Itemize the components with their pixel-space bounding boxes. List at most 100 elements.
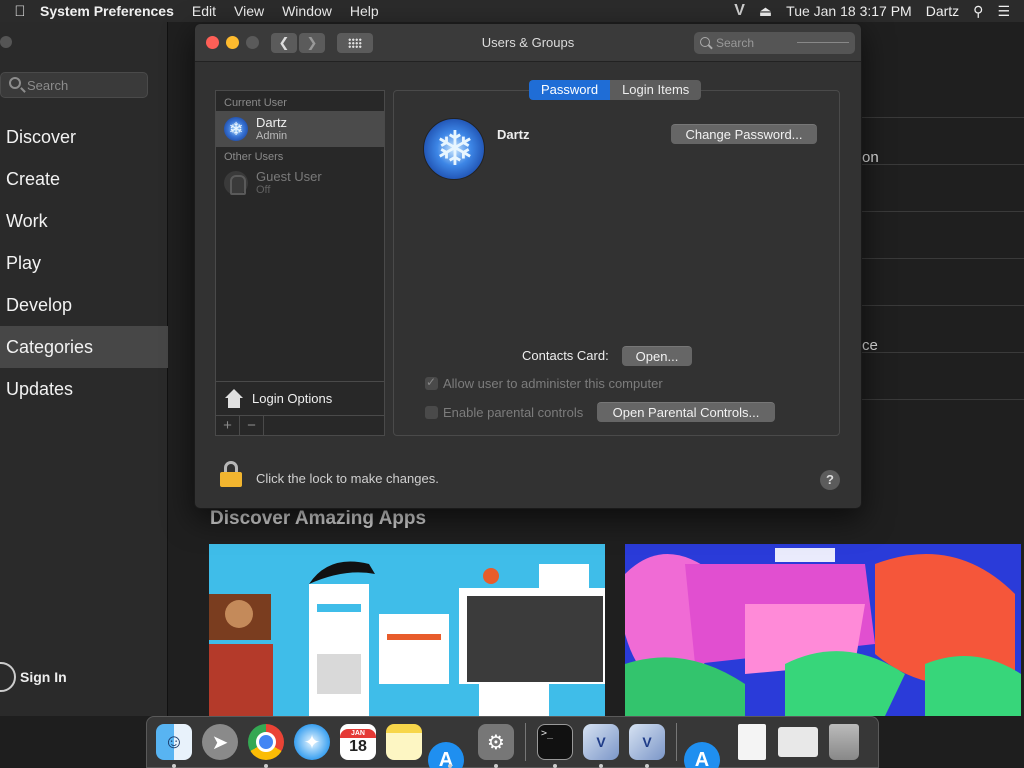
- app-store-nav: Discover Create Work Play Develop Catego…: [0, 116, 168, 410]
- change-password-button[interactable]: Change Password...: [671, 124, 817, 144]
- notes-icon: [386, 724, 422, 760]
- tab-login-items[interactable]: Login Items: [610, 80, 702, 100]
- users-list-toolbar: + −: [216, 415, 384, 436]
- help-button[interactable]: ?: [820, 470, 840, 490]
- allow-admin-checkbox[interactable]: [425, 375, 438, 390]
- dock-chrome[interactable]: [244, 720, 288, 768]
- lock-icon[interactable]: [220, 461, 242, 487]
- clock[interactable]: Tue Jan 18 3:17 PM: [786, 3, 912, 19]
- v-status-icon[interactable]: V: [734, 2, 745, 20]
- sign-in-button[interactable]: Sign In: [0, 662, 67, 692]
- notification-center-icon[interactable]: ☰: [997, 3, 1010, 20]
- app-store-search[interactable]: Search: [0, 72, 148, 98]
- dock-notes[interactable]: [382, 720, 426, 764]
- user-row-dartz[interactable]: Dartz Admin: [216, 111, 384, 147]
- dock-document[interactable]: [730, 720, 774, 764]
- snowflake-icon: ❄: [434, 123, 476, 176]
- trash-icon: [829, 724, 859, 760]
- app-store-search-placeholder: Search: [27, 77, 69, 93]
- dock-terminal[interactable]: >_: [533, 720, 577, 768]
- open-parental-controls-button[interactable]: Open Parental Controls...: [597, 402, 775, 422]
- dock-finder[interactable]: ☺: [152, 720, 196, 768]
- safari-icon: ✦: [294, 724, 330, 760]
- dock-virtualbox-manager[interactable]: V: [625, 720, 669, 768]
- menu-app-name[interactable]: System Preferences: [40, 3, 174, 19]
- show-all-button[interactable]: [337, 33, 373, 53]
- nav-categories[interactable]: Categories: [0, 326, 168, 368]
- search-icon: [9, 77, 21, 89]
- allow-admin-row[interactable]: Allow user to administer this computer: [425, 375, 663, 391]
- user-full-name: Dartz: [497, 127, 530, 142]
- calendar-day: 18: [349, 737, 367, 755]
- dock-app-store-download[interactable]: A: [684, 720, 728, 768]
- terminal-icon: >_: [537, 724, 573, 760]
- nav-play[interactable]: Play: [0, 242, 168, 284]
- launchpad-icon: ➤: [202, 724, 238, 760]
- finder-icon: ☺: [156, 724, 192, 760]
- menu-help[interactable]: Help: [350, 3, 379, 19]
- menu-bar-status: V ⏏ Tue Jan 18 3:17 PM Dartz ⚲ ☰: [734, 0, 1024, 22]
- featured-banner-right[interactable]: [625, 544, 1021, 716]
- eject-icon[interactable]: ⏏: [759, 3, 772, 20]
- menu-view[interactable]: View: [234, 3, 264, 19]
- nav-work[interactable]: Work: [0, 200, 168, 242]
- dock-preview[interactable]: [776, 720, 820, 764]
- calendar-icon: JAN 18: [340, 724, 376, 760]
- window-control-icon[interactable]: [0, 36, 12, 48]
- menu-edit[interactable]: Edit: [192, 3, 216, 19]
- app-store-sidebar: Search Discover Create Work Play Develop…: [0, 22, 168, 716]
- current-user-header: Current User: [224, 97, 287, 109]
- open-contacts-button[interactable]: Open...: [622, 346, 692, 366]
- calendar-month: JAN: [340, 728, 376, 738]
- list-text-fragment: on: [862, 149, 879, 166]
- apple-menu-icon[interactable]: : [0, 3, 40, 20]
- user-menu[interactable]: Dartz: [926, 3, 959, 19]
- app-store-download-icon: A: [684, 742, 720, 768]
- nav-updates[interactable]: Updates: [0, 368, 168, 410]
- back-button[interactable]: ❮: [271, 33, 297, 53]
- title-bar[interactable]: ❮ ❯ Users & Groups Search: [195, 24, 861, 62]
- featured-banner-left[interactable]: [209, 544, 605, 716]
- forward-button[interactable]: ❯: [299, 33, 325, 53]
- add-user-button[interactable]: +: [216, 416, 240, 436]
- guest-avatar-icon: [224, 171, 248, 195]
- other-users-header: Other Users: [224, 151, 284, 163]
- dock-system-preferences[interactable]: ⚙: [474, 720, 518, 768]
- document-icon: [738, 724, 766, 760]
- dock-trash[interactable]: [822, 720, 866, 764]
- zoom-button[interactable]: [246, 36, 259, 49]
- login-options-label: Login Options: [252, 391, 333, 406]
- user-row-name: Dartz: [256, 114, 288, 130]
- spotlight-icon[interactable]: ⚲: [973, 3, 983, 20]
- login-options-item[interactable]: Login Options: [216, 381, 384, 415]
- lock-message: Click the lock to make changes.: [256, 471, 439, 486]
- preferences-search-field[interactable]: Search: [694, 32, 855, 54]
- nav-create[interactable]: Create: [0, 158, 168, 200]
- user-row-guest[interactable]: Guest User Off: [216, 165, 384, 201]
- nav-discover[interactable]: Discover: [0, 116, 168, 158]
- remove-user-button[interactable]: −: [240, 416, 264, 436]
- users-list: Current User Dartz Admin Other Users Gue…: [215, 90, 385, 436]
- tab-password[interactable]: Password: [529, 80, 611, 100]
- parental-controls-row[interactable]: Enable parental controls: [425, 405, 583, 420]
- close-button[interactable]: [206, 36, 219, 49]
- parental-controls-checkbox[interactable]: [425, 406, 438, 419]
- chrome-icon: [248, 724, 284, 760]
- grid-icon: [348, 38, 362, 48]
- parental-controls-label: Enable parental controls: [443, 405, 584, 420]
- user-row-name: Guest User: [256, 168, 322, 184]
- contacts-card-label: Contacts Card:: [522, 348, 609, 363]
- menu-window[interactable]: Window: [282, 3, 332, 19]
- dock-separator: [676, 723, 677, 761]
- account-icon: [0, 662, 16, 692]
- minimize-button[interactable]: [226, 36, 239, 49]
- dock-calendar[interactable]: JAN 18: [336, 720, 380, 764]
- nav-develop[interactable]: Develop: [0, 284, 168, 326]
- dock-app-store[interactable]: A: [428, 720, 472, 768]
- dock-launchpad[interactable]: ➤: [198, 720, 242, 764]
- search-icon: [700, 37, 710, 47]
- dock-virtualbox[interactable]: V: [579, 720, 623, 768]
- user-picture[interactable]: ❄: [423, 118, 485, 180]
- allow-admin-label: Allow user to administer this computer: [443, 376, 663, 391]
- dock-safari[interactable]: ✦: [290, 720, 334, 764]
